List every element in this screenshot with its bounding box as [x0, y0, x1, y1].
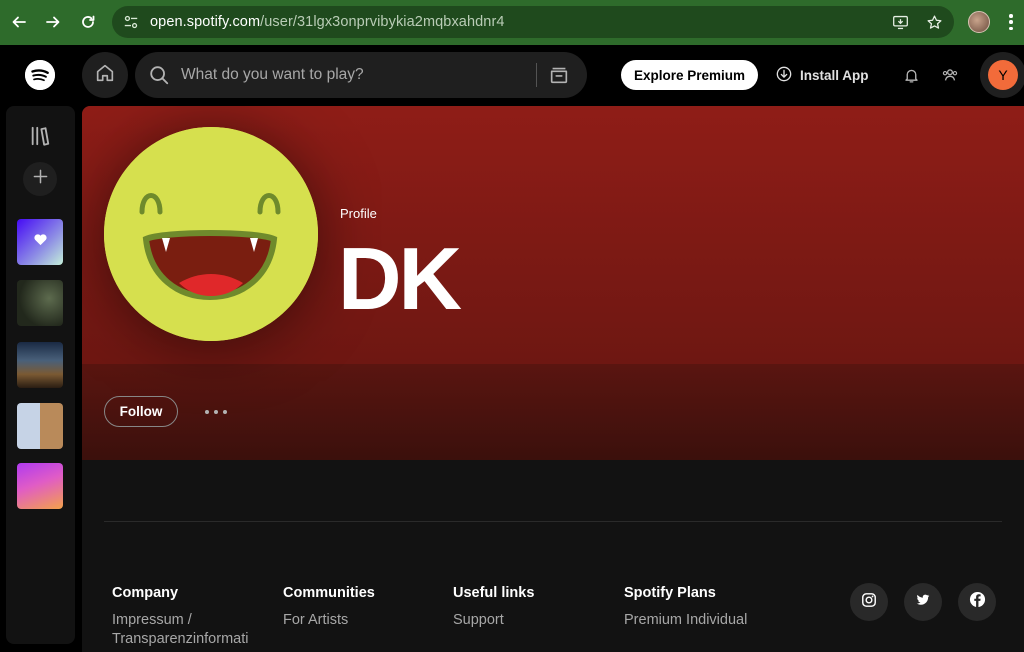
- follow-button[interactable]: Follow: [104, 396, 178, 427]
- footer-heading: Spotify Plans: [624, 585, 716, 601]
- reload-icon[interactable]: [76, 10, 100, 34]
- profile-type-label: Profile: [340, 206, 377, 221]
- heart-icon: [33, 232, 48, 252]
- home-icon: [94, 62, 116, 89]
- back-arrow-icon[interactable]: [7, 10, 31, 34]
- footer-link[interactable]: Impressum / Transparenzinformati: [112, 611, 262, 649]
- facebook-button[interactable]: [958, 583, 996, 621]
- browse-icon[interactable]: [547, 63, 571, 87]
- install-app-icon[interactable]: [890, 12, 910, 32]
- user-menu-button[interactable]: Y: [980, 52, 1024, 98]
- site-settings-icon[interactable]: [122, 13, 140, 31]
- library-item-cover[interactable]: [17, 342, 63, 388]
- library-item-cover[interactable]: [17, 463, 63, 509]
- install-app-button[interactable]: Install App: [776, 60, 869, 90]
- app-topbar: What do you want to play? Explore Premiu…: [0, 45, 1024, 106]
- browser-menu-icon[interactable]: [1006, 12, 1016, 32]
- footer-heading: Communities: [283, 585, 375, 601]
- search-bar[interactable]: What do you want to play?: [135, 52, 587, 98]
- library-item-cover[interactable]: [17, 403, 63, 449]
- footer-link[interactable]: For Artists: [283, 611, 433, 630]
- browser-profile-avatar[interactable]: [968, 11, 990, 33]
- footer-column-spotify-plans: Spotify Plans Premium Individual: [624, 585, 794, 630]
- explore-premium-button[interactable]: Explore Premium: [621, 60, 758, 90]
- url-path: /user/31lgx3onprvibykia2mqbxahdnr4: [260, 14, 505, 30]
- search-input[interactable]: What do you want to play?: [181, 66, 364, 84]
- profile-name: DK: [338, 229, 462, 328]
- notifications-bell-icon[interactable]: [901, 65, 921, 85]
- twitter-icon: [915, 592, 931, 613]
- main-view: Profile DK Follow Company Impressum / Tr…: [82, 106, 1024, 652]
- address-bar[interactable]: open.spotify.com/user/31lgx3onprvibykia2…: [112, 6, 954, 38]
- footer-column-communities: Communities For Artists: [283, 585, 453, 630]
- browser-toolbar: open.spotify.com/user/31lgx3onprvibykia2…: [0, 0, 1024, 45]
- search-divider: [536, 63, 537, 87]
- install-app-label: Install App: [800, 67, 869, 83]
- footer-heading: Company: [112, 585, 179, 601]
- your-library-icon[interactable]: [28, 124, 52, 148]
- footer-heading: Useful links: [453, 585, 535, 601]
- profile-avatar-image[interactable]: [104, 127, 318, 341]
- home-button[interactable]: [82, 52, 128, 98]
- footer-column-company: Company Impressum / Transparenzinformati: [112, 585, 282, 649]
- library-item-cover[interactable]: [17, 280, 63, 326]
- liked-songs-item[interactable]: [17, 219, 63, 265]
- forward-arrow-icon[interactable]: [41, 10, 65, 34]
- twitter-button[interactable]: [904, 583, 942, 621]
- instagram-button[interactable]: [850, 583, 888, 621]
- library-sidebar: [6, 106, 75, 644]
- spotify-logo-icon[interactable]: [25, 60, 55, 90]
- footer-column-useful-links: Useful links Support: [453, 585, 623, 630]
- bookmark-star-icon[interactable]: [924, 12, 944, 32]
- user-avatar: Y: [988, 60, 1018, 90]
- facebook-icon: [969, 591, 986, 613]
- friend-activity-icon[interactable]: [940, 65, 960, 85]
- instagram-icon: [861, 592, 877, 613]
- plus-icon: [33, 169, 48, 189]
- footer-link[interactable]: Support: [453, 611, 603, 630]
- footer-divider: [104, 521, 1002, 522]
- download-circle-icon: [776, 66, 792, 85]
- footer-link[interactable]: Premium Individual: [624, 611, 774, 630]
- url-text[interactable]: open.spotify.com/user/31lgx3onprvibykia2…: [150, 14, 505, 30]
- more-options-icon[interactable]: [200, 402, 232, 422]
- search-icon: [147, 63, 171, 87]
- url-host: open.spotify.com: [150, 14, 261, 30]
- create-playlist-button[interactable]: [23, 162, 57, 196]
